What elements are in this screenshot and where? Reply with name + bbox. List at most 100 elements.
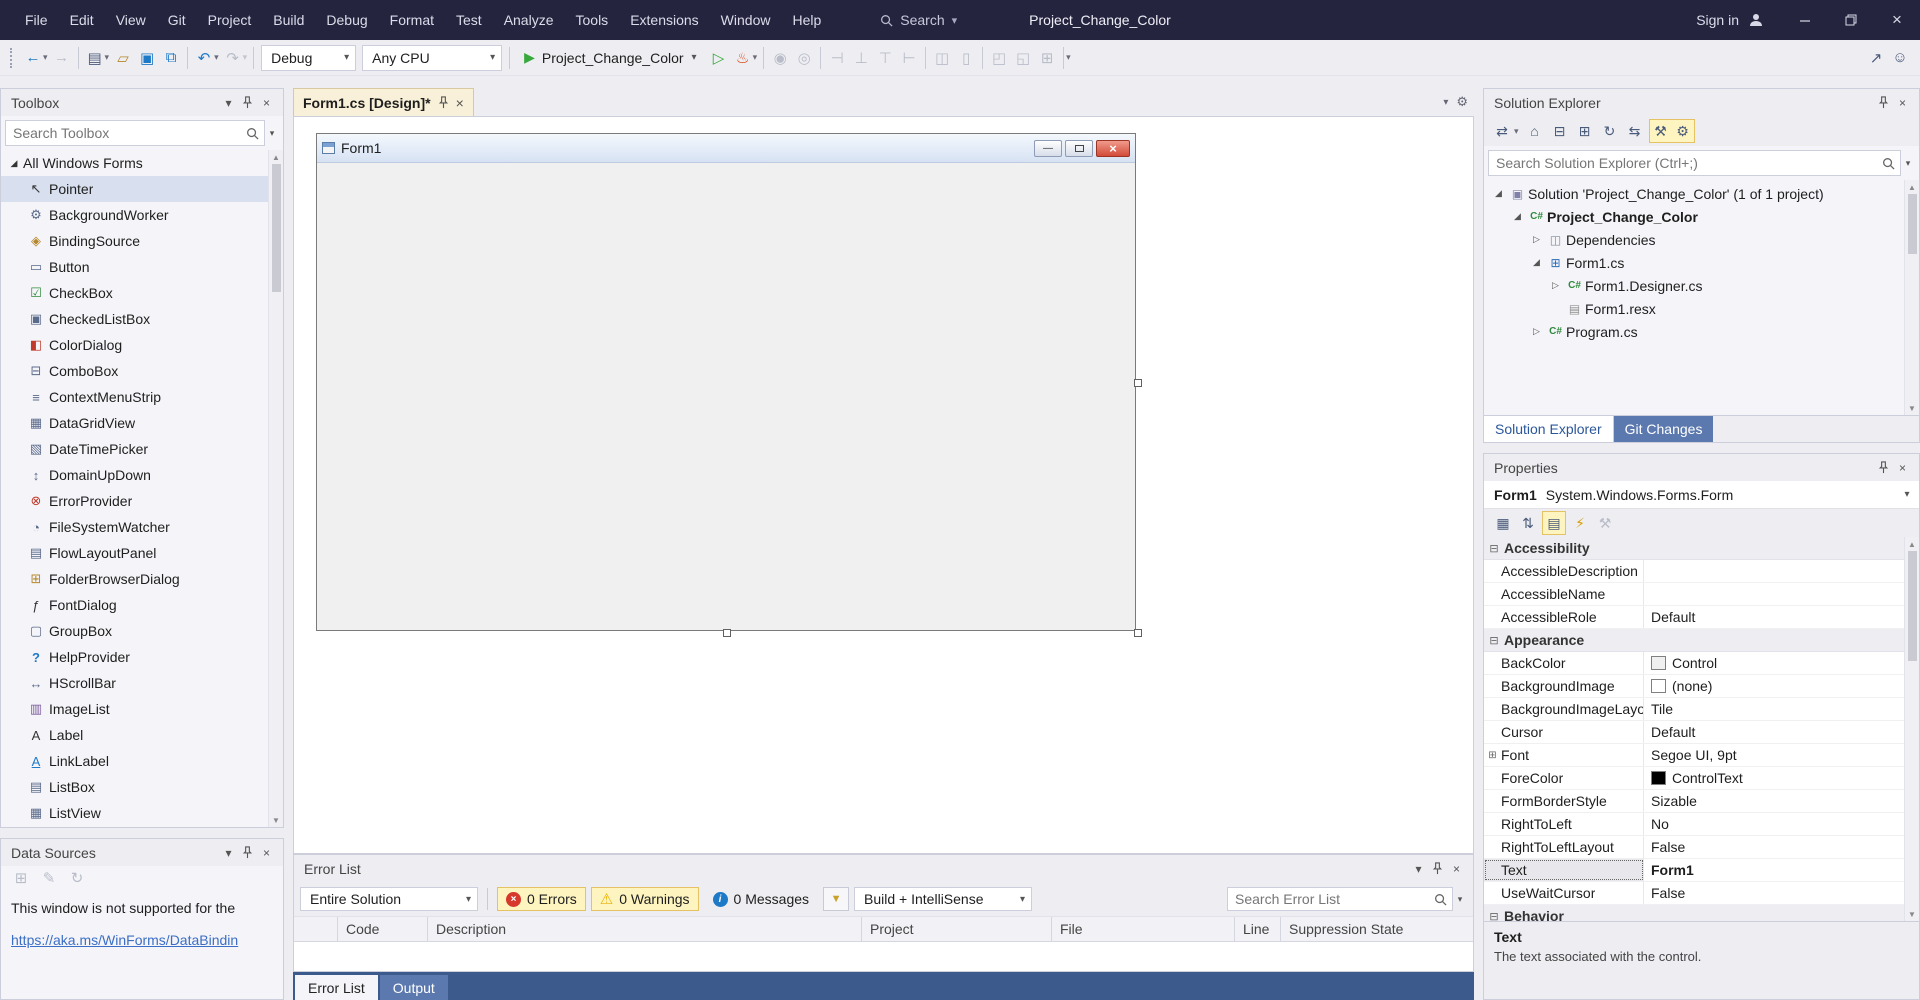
property-row[interactable]: Text Form1 [1484, 859, 1904, 882]
toolbox-item[interactable]: ▤ FlowLayoutPanel [1, 540, 268, 566]
tool-window-tab[interactable]: Solution Explorer [1484, 416, 1614, 442]
scope-dropdown[interactable]: Entire Solution ▾ [300, 887, 478, 911]
toolbox-item[interactable]: ▥ ImageList [1, 696, 268, 722]
navigate-forward-icon[interactable]: → [50, 45, 74, 71]
property-name-cell[interactable]: BackgroundImageLayout [1484, 698, 1644, 720]
toolbox-item[interactable]: ◈ BindingSource [1, 228, 268, 254]
toolbox-item[interactable]: ▢ GroupBox [1, 618, 268, 644]
toolbox-item[interactable]: ↖ Pointer [1, 176, 268, 202]
close-icon[interactable]: × [257, 93, 276, 112]
scroll-down-icon[interactable]: ▼ [1908, 401, 1916, 415]
toolbox-item[interactable]: ▧ DateTimePicker [1, 436, 268, 462]
collapse-icon[interactable]: ⊟ [1484, 542, 1504, 555]
toolbox-item[interactable]: ▦ DataGridView [1, 410, 268, 436]
data-sources-header[interactable]: Data Sources ▾ × [1, 839, 283, 866]
property-row[interactable]: BackColor Control [1484, 652, 1904, 675]
quick-search[interactable]: Search ▾ [880, 12, 957, 28]
home-icon[interactable]: ⌂ [1524, 120, 1546, 142]
tree-item[interactable]: ◢ C# Project_Change_Color [1484, 205, 1904, 228]
toolbox-search-box[interactable] [5, 120, 265, 146]
close-icon[interactable]: × [1893, 93, 1912, 112]
property-name-cell[interactable]: BackColor [1484, 652, 1644, 674]
align-tops-icon[interactable]: ⊤ [873, 45, 897, 71]
data-binding-link[interactable]: https://aka.ms/WinForms/DataBindin [11, 932, 273, 948]
sync-with-active-document-icon[interactable]: ⇆ [1624, 120, 1646, 142]
column-header[interactable]: File [1052, 917, 1235, 941]
sign-in-button[interactable]: Sign in [1678, 12, 1782, 28]
property-row[interactable]: ⊞ Font Segoe UI, 9pt [1484, 744, 1904, 767]
menu-item[interactable]: Analyze [493, 0, 565, 40]
alphabetical-icon[interactable]: ⇅ [1517, 512, 1539, 534]
document-tab-form1-design[interactable]: Form1.cs [Design]* × [293, 88, 474, 116]
menu-item[interactable]: Edit [59, 0, 105, 40]
show-all-files-icon[interactable]: ⊞ [1574, 120, 1596, 142]
scroll-up-icon[interactable]: ▲ [272, 150, 280, 164]
toolbox-item[interactable]: ↕ DomainUpDown [1, 462, 268, 488]
form-title-bar[interactable]: Form1 — × [317, 134, 1135, 163]
add-data-source-icon[interactable]: ⊞ [9, 865, 33, 891]
column-header[interactable]: Project [862, 917, 1052, 941]
property-name-cell[interactable]: Cursor [1484, 721, 1644, 743]
toolbox-item[interactable]: ↔ HScrollBar [1, 670, 268, 696]
resize-handle-bottom[interactable] [723, 629, 731, 637]
menu-item[interactable]: File [14, 0, 59, 40]
expander-icon[interactable]: ▷ [1528, 234, 1545, 245]
menu-item[interactable]: Window [710, 0, 782, 40]
feedback-icon[interactable]: ☺ [1888, 45, 1912, 71]
expander-icon[interactable]: ◢ [5, 158, 23, 169]
toolbox-item[interactable]: ▭ MaskedTextBox [1, 826, 268, 827]
wrench-icon[interactable]: ⚒ [1650, 120, 1672, 142]
save-icon[interactable]: ▣ [135, 45, 159, 71]
messages-toggle[interactable]: i 0 Messages [704, 887, 818, 911]
property-value-cell[interactable]: Tile [1644, 698, 1904, 720]
resize-handle-corner[interactable] [1134, 629, 1142, 637]
solution-scrollbar[interactable]: ▲ ▼ [1904, 180, 1919, 415]
toolbox-item[interactable]: A Label [1, 722, 268, 748]
expand-icon[interactable]: ⊞ [1484, 750, 1501, 761]
tab-order-icon[interactable]: ⊞ [1035, 45, 1059, 71]
property-value-cell[interactable]: Sizable [1644, 790, 1904, 812]
expander-icon[interactable]: ◢ [1528, 257, 1545, 268]
toolbox-group-all-windows-forms[interactable]: ◢ All Windows Forms [1, 150, 268, 176]
menu-item[interactable]: Tools [565, 0, 620, 40]
toolbar-options-icon[interactable]: ▾ [1066, 52, 1071, 63]
bottom-tab[interactable]: Error List [295, 975, 378, 1000]
menu-item[interactable]: Extensions [619, 0, 709, 40]
error-list-body[interactable] [294, 942, 1473, 971]
property-row[interactable]: ForeColor ControlText [1484, 767, 1904, 790]
categorized-icon[interactable]: ▦ [1492, 512, 1514, 534]
property-row[interactable]: RightToLeft No [1484, 813, 1904, 836]
solution-configurations-dropdown[interactable]: Debug ▾ [261, 45, 356, 71]
property-value-cell[interactable] [1644, 560, 1904, 582]
start-without-debugging-icon[interactable]: ▷ [707, 45, 731, 71]
scrollbar-thumb[interactable] [1908, 194, 1917, 254]
refresh-icon[interactable]: ↻ [1599, 120, 1621, 142]
property-row[interactable]: AccessibleName [1484, 583, 1904, 606]
search-options-chevron-icon[interactable]: ▾ [1901, 158, 1915, 169]
search-options-chevron-icon[interactable]: ▾ [1453, 894, 1467, 905]
hot-reload-chevron-icon[interactable]: ▾ [753, 52, 758, 63]
properties-scrollbar[interactable]: ▲ ▼ [1904, 537, 1919, 921]
pin-icon[interactable] [438, 96, 449, 109]
solution-search-box[interactable] [1488, 150, 1901, 176]
property-name-cell[interactable]: UseWaitCursor [1484, 882, 1644, 904]
align-rights-icon[interactable]: ⊢ [897, 45, 921, 71]
toolbox-item[interactable]: ◔ FileSystemWatcher [1, 514, 268, 540]
error-search-box[interactable] [1227, 887, 1453, 911]
property-name-cell[interactable]: AccessibleRole [1484, 606, 1644, 628]
menu-item[interactable]: View [105, 0, 157, 40]
gear-icon[interactable]: ⚙ [1456, 94, 1468, 110]
collapse-icon[interactable]: ⊟ [1484, 910, 1504, 922]
bring-to-front-icon[interactable]: ◰ [987, 45, 1011, 71]
pin-icon[interactable] [238, 843, 257, 862]
property-category-row[interactable]: ⊟ Accessibility [1484, 537, 1904, 560]
menu-item[interactable]: Debug [315, 0, 378, 40]
tree-item[interactable]: ▷ C# Program.cs [1484, 320, 1904, 343]
toolbox-scrollbar[interactable]: ▲ ▼ [268, 150, 283, 827]
property-row[interactable]: BackgroundImage (none) [1484, 675, 1904, 698]
property-name-cell[interactable]: BackgroundImage [1484, 675, 1644, 697]
property-row[interactable]: RightToLeftLayout False [1484, 836, 1904, 859]
property-name-cell[interactable]: ⊞ Font [1484, 744, 1644, 766]
redo-icon[interactable]: ↷ [221, 45, 245, 71]
errors-toggle[interactable]: × 0 Errors [497, 887, 586, 911]
